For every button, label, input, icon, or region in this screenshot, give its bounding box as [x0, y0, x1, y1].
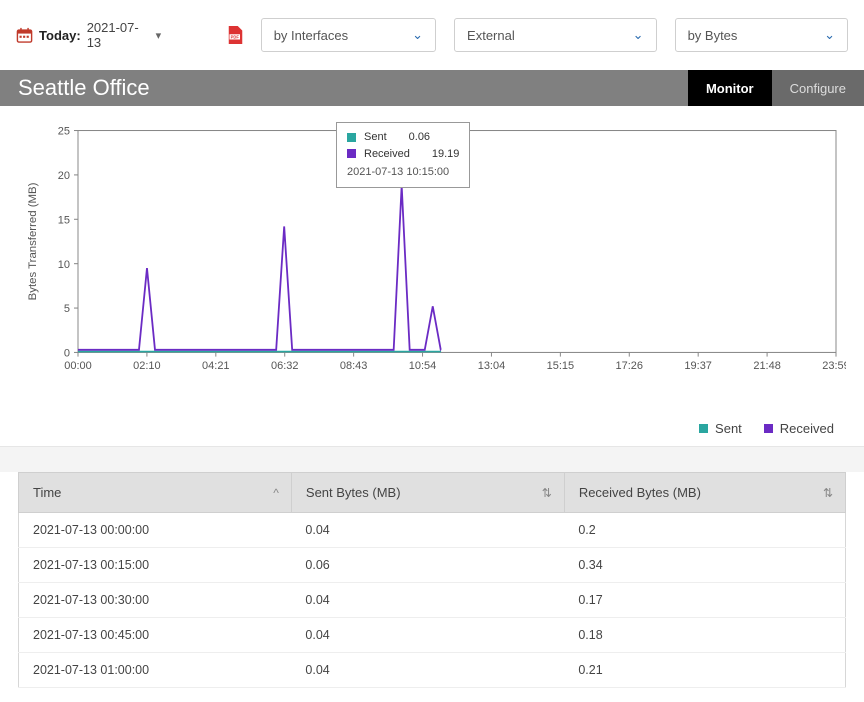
tt-recv-value: 19.19 [432, 146, 460, 163]
date-picker[interactable]: Today: 2021-07-13 ▾ [16, 20, 161, 50]
tt-timestamp: 2021-07-13 10:15:00 [347, 164, 459, 181]
dropdown-value: External [467, 28, 515, 43]
legend-received-label: Received [780, 421, 834, 436]
tab-monitor[interactable]: Monitor [688, 70, 772, 106]
sort-icon: ⇅ [823, 486, 833, 500]
view-tabs: Monitor Configure [688, 70, 864, 106]
cell-time: 2021-07-13 00:30:00 [19, 583, 292, 618]
sent-swatch [347, 133, 356, 142]
received-swatch [347, 149, 356, 158]
col-header-recv[interactable]: Received Bytes (MB)⇅ [564, 473, 845, 513]
chart-tooltip: Sent 0.06 Received 19.19 2021-07-13 10:15:… [336, 122, 470, 188]
svg-text:25: 25 [58, 126, 70, 138]
dropdown-value: by Interfaces [274, 28, 348, 43]
cell-sent: 0.06 [291, 548, 564, 583]
legend-sent[interactable]: Sent [699, 421, 742, 436]
table-row[interactable]: 2021-07-13 00:45:000.040.18 [19, 618, 846, 653]
svg-text:04:21: 04:21 [202, 360, 229, 372]
svg-text:17:26: 17:26 [616, 360, 643, 372]
svg-text:06:32: 06:32 [271, 360, 298, 372]
svg-text:5: 5 [64, 303, 70, 315]
legend-sent-label: Sent [715, 421, 742, 436]
cell-sent: 0.04 [291, 583, 564, 618]
svg-text:08:43: 08:43 [340, 360, 367, 372]
table-row[interactable]: 2021-07-13 00:30:000.040.17 [19, 583, 846, 618]
group-by-dropdown[interactable]: by Interfaces ⌄ [261, 18, 436, 52]
svg-text:PDF: PDF [231, 34, 240, 39]
svg-text:20: 20 [58, 170, 70, 182]
today-label: Today: [39, 28, 81, 43]
svg-text:10: 10 [58, 259, 70, 271]
svg-text:23:59: 23:59 [822, 360, 846, 372]
chart-container: 0 5 10 15 20 25 Bytes Transferred (MB) 00:00 02:… [0, 106, 864, 419]
svg-text:00:00: 00:00 [64, 360, 91, 372]
cell-recv: 0.2 [564, 513, 845, 548]
sent-swatch [699, 424, 708, 433]
table-row[interactable]: 2021-07-13 00:15:000.060.34 [19, 548, 846, 583]
svg-text:19:37: 19:37 [684, 360, 711, 372]
col-header-time[interactable]: Time^ [19, 473, 292, 513]
calendar-icon [16, 26, 33, 44]
cell-sent: 0.04 [291, 653, 564, 688]
cell-sent: 0.04 [291, 513, 564, 548]
cell-recv: 0.17 [564, 583, 845, 618]
cell-recv: 0.18 [564, 618, 845, 653]
svg-text:15: 15 [58, 214, 70, 226]
svg-text:13:04: 13:04 [478, 360, 505, 372]
today-value: 2021-07-13 [87, 20, 150, 50]
cell-recv: 0.34 [564, 548, 845, 583]
chevron-down-icon: ⌄ [412, 27, 423, 43]
table-row[interactable]: 2021-07-13 01:00:000.040.21 [19, 653, 846, 688]
svg-text:0: 0 [64, 347, 70, 359]
tt-recv-label: Received [364, 146, 410, 163]
sort-asc-icon: ^ [273, 486, 279, 500]
svg-text:10:54: 10:54 [409, 360, 436, 372]
chevron-down-icon: ⌄ [824, 27, 835, 43]
metric-dropdown[interactable]: by Bytes ⌄ [675, 18, 848, 52]
svg-text:21:48: 21:48 [753, 360, 780, 372]
data-table: Time^ Sent Bytes (MB)⇅ Received Bytes (M… [18, 472, 846, 688]
received-swatch [764, 424, 773, 433]
section-divider [0, 446, 864, 472]
dropdown-value: by Bytes [688, 28, 738, 43]
cell-time: 2021-07-13 01:00:00 [19, 653, 292, 688]
svg-text:Bytes Transferred (MB): Bytes Transferred (MB) [27, 182, 39, 300]
chevron-down-icon: ⌄ [633, 27, 644, 43]
sort-icon: ⇅ [542, 486, 552, 500]
table-row[interactable]: 2021-07-13 00:00:000.040.2 [19, 513, 846, 548]
chevron-down-icon: ▾ [156, 29, 162, 42]
cell-time: 2021-07-13 00:00:00 [19, 513, 292, 548]
tab-configure[interactable]: Configure [772, 70, 864, 106]
interface-dropdown[interactable]: External ⌄ [454, 18, 657, 52]
tt-sent-value: 0.06 [409, 129, 430, 146]
tt-sent-label: Sent [364, 129, 387, 146]
col-header-sent[interactable]: Sent Bytes (MB)⇅ [291, 473, 564, 513]
svg-text:02:10: 02:10 [133, 360, 160, 372]
cell-recv: 0.21 [564, 653, 845, 688]
cell-time: 2021-07-13 00:45:00 [19, 618, 292, 653]
legend-received[interactable]: Received [764, 421, 834, 436]
cell-time: 2021-07-13 00:15:00 [19, 548, 292, 583]
pdf-icon[interactable]: PDF [227, 26, 243, 44]
cell-sent: 0.04 [291, 618, 564, 653]
page-title: Seattle Office [18, 75, 150, 101]
svg-text:15:15: 15:15 [547, 360, 574, 372]
